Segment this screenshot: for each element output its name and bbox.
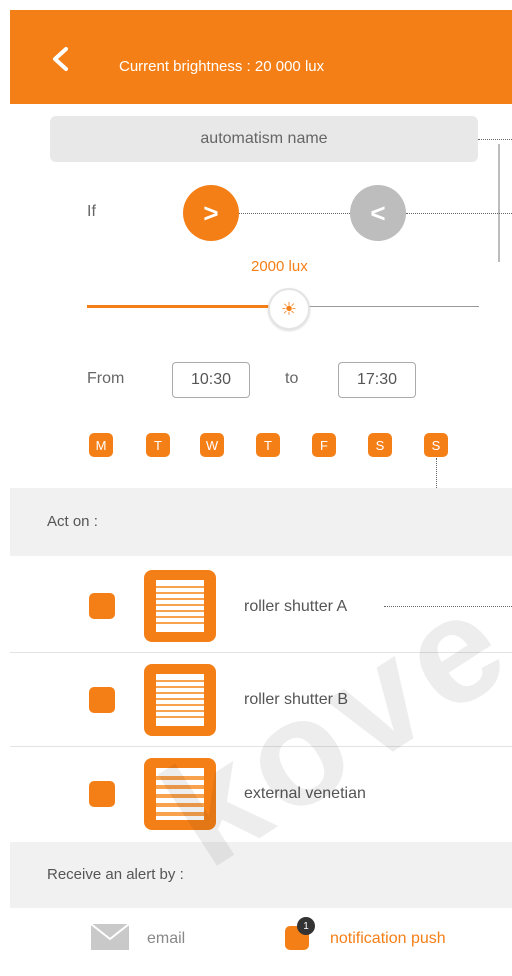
greater-than-button[interactable]: > xyxy=(183,185,239,241)
notification-badge: 1 xyxy=(297,917,315,935)
envelope-icon[interactable] xyxy=(90,923,130,951)
page-title: Current brightness : 20 000 lux xyxy=(119,58,325,75)
automatism-name-field[interactable]: automatism name xyxy=(50,116,478,162)
callout-line xyxy=(239,213,350,214)
roller-shutter-icon xyxy=(144,570,216,642)
from-time-input[interactable]: 10:30 xyxy=(172,362,250,398)
sun-icon: ☀ xyxy=(280,298,298,319)
alert-label: Receive an alert by : xyxy=(47,866,184,883)
notification-option-label[interactable]: notification push xyxy=(330,930,446,948)
day-toggle-tuesday[interactable]: T xyxy=(146,433,170,457)
device-label-roller-shutter-a: roller shutter A xyxy=(244,598,348,615)
device-checkbox[interactable] xyxy=(89,781,115,807)
callout-line xyxy=(406,213,512,214)
chevron-left-icon[interactable] xyxy=(48,46,74,72)
lux-threshold-label: 2000 lux xyxy=(251,258,308,275)
day-toggle-thursday[interactable]: T xyxy=(256,433,280,457)
less-than-button[interactable]: < xyxy=(350,185,406,241)
top-bar: Current brightness : 20 000 lux xyxy=(10,10,512,104)
callout-line xyxy=(478,139,512,140)
day-toggle-sunday[interactable]: S xyxy=(424,433,448,457)
to-time-input[interactable]: 17:30 xyxy=(338,362,416,398)
scroll-indicator[interactable] xyxy=(498,144,500,262)
email-option-label[interactable]: email xyxy=(147,930,185,948)
day-toggle-friday[interactable]: F xyxy=(312,433,336,457)
device-checkbox[interactable] xyxy=(89,593,115,619)
if-label: If xyxy=(87,203,96,220)
act-on-label: Act on : xyxy=(47,513,98,530)
to-label: to xyxy=(285,370,299,387)
day-toggle-monday[interactable]: M xyxy=(89,433,113,457)
slider-track-filled[interactable] xyxy=(87,305,284,308)
slider-track[interactable] xyxy=(287,306,479,307)
slider-handle[interactable]: ☀ xyxy=(268,288,310,330)
day-toggle-saturday[interactable]: S xyxy=(368,433,392,457)
device-checkbox[interactable] xyxy=(89,687,115,713)
from-label: From xyxy=(87,370,125,387)
day-toggle-wednesday[interactable]: W xyxy=(200,433,224,457)
